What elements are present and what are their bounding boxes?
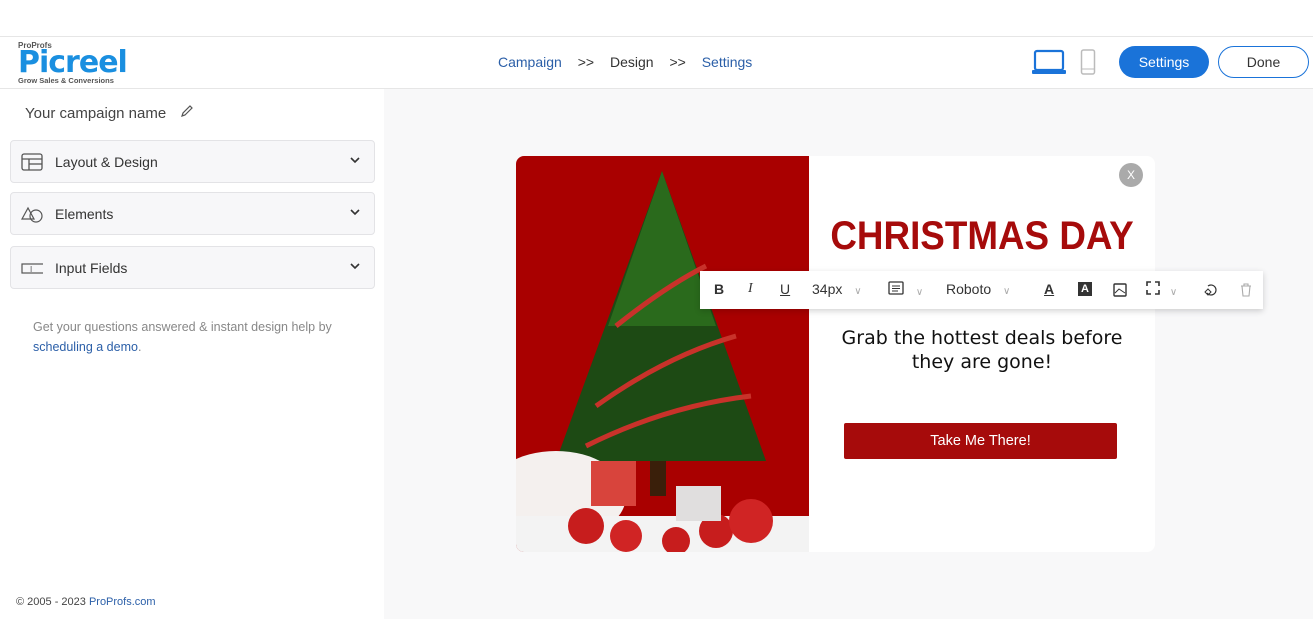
- desktop-icon[interactable]: [1032, 49, 1066, 75]
- chevron-down-icon: [350, 209, 360, 216]
- done-button[interactable]: Done: [1218, 46, 1309, 78]
- input-field-icon: I: [21, 259, 43, 277]
- popup-subtitle[interactable]: Grab the hottest deals before they are g…: [829, 326, 1135, 374]
- font-size-select[interactable]: 34px ∨: [812, 281, 862, 297]
- layout-icon: [21, 152, 43, 171]
- pencil-icon[interactable]: [180, 104, 194, 118]
- font-family-value: Roboto: [946, 281, 992, 297]
- text-format-toolbar: B I U 34px ∨ ∨ Roboto ∨ A A ∨: [700, 271, 1263, 309]
- chevron-down-icon: ∨: [854, 286, 862, 297]
- shapes-icon: [21, 205, 43, 223]
- section-input-fields[interactable]: I Input Fields: [10, 246, 375, 289]
- chevron-down-icon: [350, 263, 360, 270]
- chevron-down-icon: ∨: [1169, 287, 1178, 298]
- padding-select[interactable]: ∨: [1146, 281, 1177, 298]
- section-elements[interactable]: Elements: [10, 192, 375, 235]
- popup-title[interactable]: CHRISTMAS DAY: [823, 214, 1141, 259]
- campaign-name[interactable]: Your campaign name: [25, 104, 194, 122]
- help-text-end: .: [137, 340, 142, 354]
- sidebar: Your campaign name Layout & Design Eleme…: [0, 89, 384, 619]
- svg-text:I: I: [30, 265, 32, 274]
- settings-button[interactable]: Settings: [1119, 46, 1209, 78]
- proprofs-link[interactable]: ProProfs.com: [89, 596, 156, 608]
- design-canvas: X CHRISTMAS DAY Grab the hottest deals b…: [384, 89, 1313, 619]
- mobile-icon[interactable]: [1080, 49, 1096, 75]
- breadcrumb: Campaign >> Design >> Settings: [498, 54, 764, 70]
- logo-tagline: Grow Sales & Conversions: [18, 76, 114, 85]
- help-text-body: Get your questions answered & instant de…: [33, 320, 332, 334]
- popup-preview: X CHRISTMAS DAY Grab the hottest deals b…: [516, 156, 1155, 552]
- section-layout-design[interactable]: Layout & Design: [10, 140, 375, 183]
- chevron-down-icon: [350, 157, 360, 164]
- schedule-demo-link[interactable]: scheduling a demo: [33, 340, 138, 354]
- top-bar: ProProfs Picreel Grow Sales & Conversion…: [0, 36, 1313, 89]
- breadcrumb-campaign[interactable]: Campaign: [498, 54, 562, 70]
- section-label: Elements: [55, 205, 114, 222]
- close-button[interactable]: X: [1119, 163, 1143, 187]
- reset-icon[interactable]: [1204, 283, 1218, 297]
- campaign-name-text: Your campaign name: [25, 105, 167, 122]
- picreel-logo[interactable]: ProProfs Picreel Grow Sales & Conversion…: [18, 41, 128, 85]
- breadcrumb-separator: >>: [669, 54, 686, 70]
- highlight-color-icon[interactable]: A: [1078, 282, 1092, 296]
- underline-button[interactable]: U: [780, 281, 790, 297]
- breadcrumb-settings[interactable]: Settings: [702, 54, 753, 70]
- font-family-select[interactable]: Roboto ∨: [946, 281, 1010, 297]
- font-size-value: 34px: [812, 281, 843, 297]
- section-label: Layout & Design: [55, 153, 158, 170]
- logo-main: Picreel: [18, 45, 128, 80]
- christmas-tree-image[interactable]: [516, 156, 809, 552]
- bold-button[interactable]: B: [714, 281, 724, 297]
- background-image-icon[interactable]: [1113, 283, 1127, 297]
- breadcrumb-separator: >>: [577, 54, 595, 70]
- italic-button[interactable]: I: [748, 281, 753, 297]
- section-label: Input Fields: [55, 259, 128, 276]
- breadcrumb-design[interactable]: Design: [610, 54, 654, 70]
- chevron-down-icon: ∨: [915, 287, 924, 298]
- trash-icon[interactable]: [1240, 283, 1252, 297]
- cta-button[interactable]: Take Me There!: [844, 423, 1117, 459]
- align-icon: [888, 281, 904, 295]
- text-color-icon[interactable]: A: [1044, 281, 1054, 297]
- chevron-down-icon: ∨: [1003, 286, 1011, 297]
- align-select[interactable]: ∨: [888, 281, 923, 298]
- help-text: Get your questions answered & instant de…: [33, 317, 363, 357]
- copyright: © 2005 - 2023: [16, 596, 89, 608]
- footer: © 2005 - 2023 ProProfs.com: [16, 596, 156, 608]
- fullscreen-icon: [1146, 281, 1160, 295]
